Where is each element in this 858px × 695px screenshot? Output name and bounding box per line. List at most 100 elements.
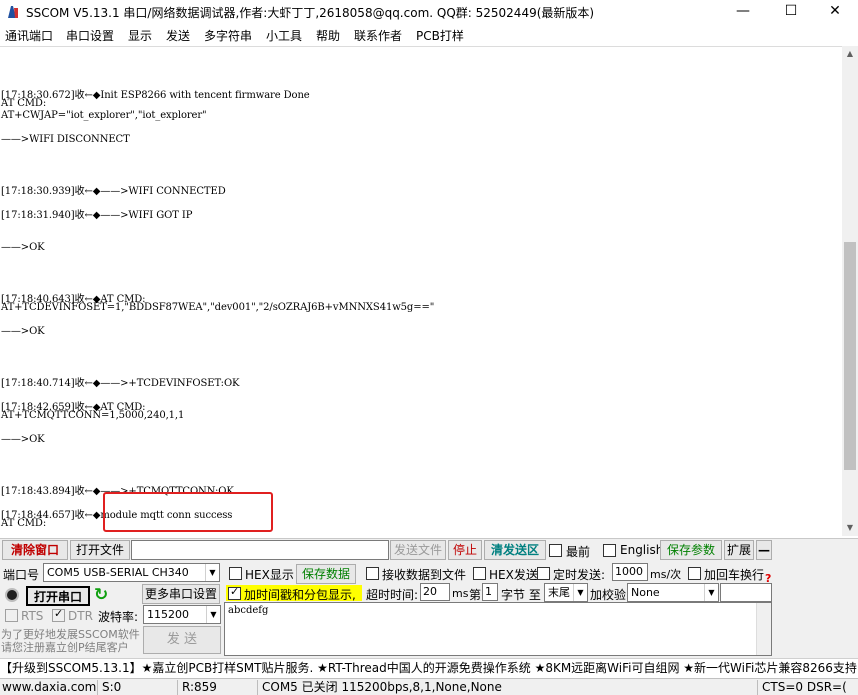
menu-multi-string[interactable]: 多字符串 (204, 27, 252, 44)
save-data-button[interactable]: 保存数据 (296, 564, 356, 584)
menu-help[interactable]: 帮助 (316, 27, 340, 44)
window-title: SSCOM V5.13.1 串口/网络数据调试器,作者:大虾丁丁,2618058… (26, 6, 595, 20)
topmost-checkbox[interactable] (549, 544, 562, 557)
menu-contact-author[interactable]: 联系作者 (354, 27, 402, 44)
recv-to-file-label: 接收数据到文件 (382, 568, 467, 582)
timeout-label: 超时时间: (366, 588, 419, 602)
hex-send-label: HEX发送 (489, 568, 538, 582)
more-serial-settings-button[interactable]: 更多串口设置 (142, 584, 220, 604)
checksum-result-input[interactable] (720, 583, 772, 602)
chevron-down-icon[interactable]: ▼ (573, 584, 587, 601)
annotation-highlight-box (103, 492, 273, 532)
send-file-button[interactable]: 发送文件 (390, 540, 446, 560)
expand-button[interactable]: 扩展 (724, 540, 754, 560)
timeout-input[interactable]: 20 (420, 583, 450, 601)
scrollbar-thumb[interactable] (844, 242, 856, 470)
control-panel: 端口号 COM5 USB-SERIAL CH340 ▼ HEX显示 保存数据 接… (0, 562, 858, 658)
open-port-button[interactable]: 打开串口 (26, 586, 90, 606)
app-icon (6, 4, 20, 20)
menu-serial-settings[interactable]: 串口设置 (66, 27, 114, 44)
timed-unit-label: ms/次 (650, 568, 682, 581)
clear-send-area-button[interactable]: 清发送区 (484, 540, 546, 560)
append-crlf-checkbox[interactable] (688, 567, 701, 580)
port-label: 端口号 (3, 568, 40, 582)
receive-line: [17:18:30.939]收←◆——>WIFI CONNECTED (1, 186, 226, 197)
status-bar: www.daxia.com S:0 R:859 COM5 已关闭 115200b… (0, 678, 858, 695)
menu-pcb-proto[interactable]: PCB打样 (416, 27, 464, 44)
status-lines: CTS=0 DSR=( (762, 680, 847, 694)
clear-window-button[interactable]: 清除窗口 (2, 540, 68, 560)
hex-display-checkbox[interactable] (229, 567, 242, 580)
status-website[interactable]: www.daxia.com (0, 680, 98, 695)
port-select[interactable]: COM5 USB-SERIAL CH340 ▼ (43, 563, 220, 582)
chevron-down-icon[interactable]: ▼ (206, 606, 220, 623)
chevron-down-icon[interactable]: ▼ (704, 584, 718, 601)
status-sent-count: S:0 (100, 680, 178, 695)
english-label: English (620, 543, 664, 557)
send-button[interactable]: 发 送 (143, 626, 221, 654)
minimize-button[interactable]: — (720, 0, 766, 24)
end-select[interactable]: 末尾 ▼ (544, 583, 588, 602)
receive-line: [17:18:31.940]收←◆——>WIFI GOT IP (1, 210, 193, 221)
dtr-checkbox[interactable] (52, 607, 65, 622)
save-params-button[interactable]: 保存参数 (660, 540, 722, 560)
end-value: 末尾 (548, 586, 570, 599)
file-path-input[interactable] (131, 540, 389, 560)
menu-display[interactable]: 显示 (128, 27, 152, 44)
receive-line: AT+CWJAP="iot_explorer","iot_explorer" (1, 110, 207, 121)
baud-value: 115200 (147, 608, 189, 621)
checksum-label: 加校验 (590, 588, 627, 602)
append-crlf-label: 加回车换行 (704, 568, 765, 582)
stop-button[interactable]: 停止 (448, 540, 482, 560)
nth-byte-input[interactable]: 1 (482, 583, 498, 601)
rts-label: RTS (21, 609, 44, 623)
receive-line: ——>OK (1, 242, 45, 253)
receive-line: AT+TCDEVINFOSET=1,"BDDSF87WEA","dev001",… (1, 302, 435, 313)
toolbar: 清除窗口 打开文件 发送文件 停止 清发送区 最前 English 保存参数 扩… (0, 538, 858, 562)
checksum-value: None (631, 586, 660, 599)
byte-to-label: 字节 至 (501, 588, 541, 602)
timeout-unit-label: ms (452, 587, 469, 600)
rts-checkbox[interactable] (5, 609, 18, 622)
promo-text[interactable]: 为了更好地发展SSCOM软件 请您注册嘉立创P结尾客户 (1, 628, 141, 654)
checksum-select[interactable]: None ▼ (627, 583, 719, 602)
timed-send-checkbox[interactable] (537, 567, 550, 580)
receive-line: [17:18:40.714]收←◆——>+TCDEVINFOSET:OK (1, 378, 240, 389)
menu-bar: 通讯端口 串口设置 显示 发送 多字符串 小工具 帮助 联系作者 PCB打样 (0, 24, 858, 46)
maximize-button[interactable]: ☐ (768, 0, 814, 24)
scroll-up-icon[interactable]: ▲ (842, 46, 858, 62)
receive-line: ——>WIFI DISCONNECT (1, 134, 130, 145)
scroll-down-icon[interactable]: ▼ (842, 520, 858, 536)
open-file-button[interactable]: 打开文件 (70, 540, 130, 560)
send-textarea[interactable]: abcdefg (224, 602, 772, 656)
menu-tools[interactable]: 小工具 (266, 27, 302, 44)
status-received-count: R:859 (180, 680, 258, 695)
refresh-icon[interactable]: ↻ (94, 586, 112, 604)
english-checkbox[interactable] (603, 544, 616, 557)
timestamp-split-label: 加时间戳和分包显示, (244, 588, 356, 602)
receive-textarea[interactable]: [17:18:30.672]收←◆Init ESP8266 with tence… (0, 46, 842, 536)
receive-line: AT CMD: (1, 518, 47, 529)
menu-comm-port[interactable]: 通讯端口 (5, 27, 53, 44)
receive-line: ——>OK (1, 326, 45, 337)
menu-send[interactable]: 发送 (166, 27, 190, 44)
timed-interval-input[interactable]: 1000 (612, 563, 648, 581)
baud-select[interactable]: 115200 ▼ (143, 605, 221, 624)
collapse-button[interactable]: — (756, 540, 772, 560)
baud-label: 波特率: (98, 610, 139, 624)
close-button[interactable]: ✕ (812, 0, 858, 24)
title-bar: SSCOM V5.13.1 串口/网络数据调试器,作者:大虾丁丁,2618058… (0, 0, 858, 24)
recv-to-file-checkbox[interactable] (366, 567, 379, 580)
nth-label: 第 (469, 588, 482, 602)
port-status-led-icon (5, 588, 19, 602)
chevron-down-icon[interactable]: ▼ (205, 564, 219, 581)
receive-scrollbar[interactable]: ▲ ▼ (842, 46, 858, 536)
hex-send-checkbox[interactable] (473, 567, 486, 580)
receive-line: AT+TCMQTTCONN=1,5000,240,1,1 (1, 410, 185, 421)
receive-line: [17:18:30.672]收←◆Init ESP8266 with tence… (1, 90, 310, 101)
timestamp-split-checkbox[interactable] (228, 585, 241, 600)
help-icon[interactable]: ? (765, 572, 771, 585)
send-scrollbar[interactable] (756, 603, 771, 655)
receive-line: AT CMD: (1, 98, 47, 109)
news-ticker[interactable]: 【升级到SSCOM5.13.1】★嘉立创PCB打样SMT贴片服务. ★RT-Th… (0, 658, 858, 678)
